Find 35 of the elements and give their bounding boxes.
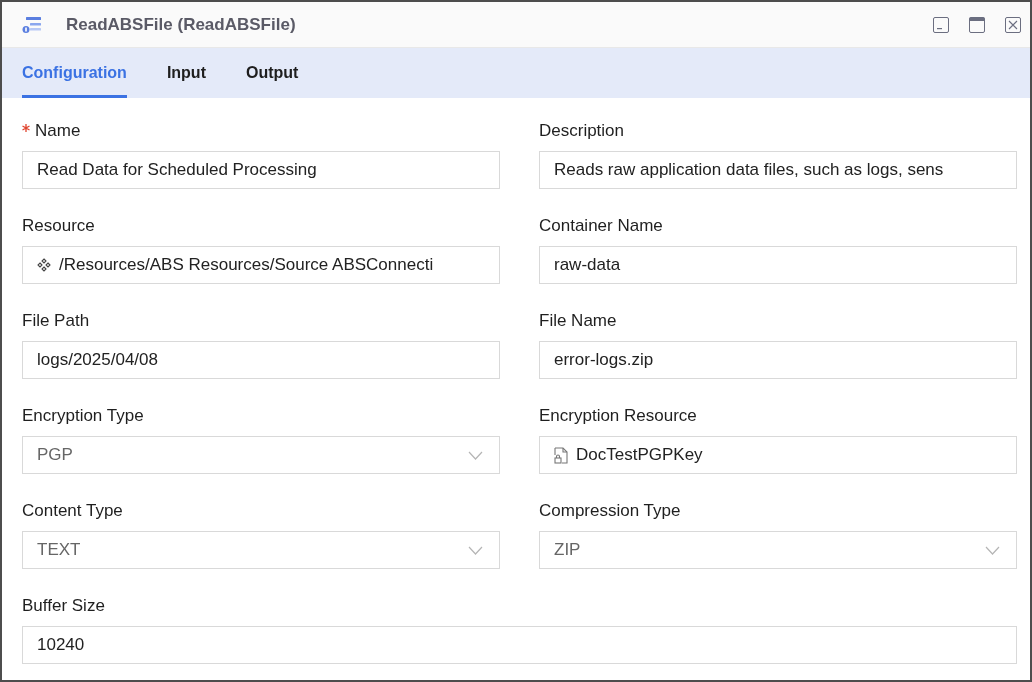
text-field[interactable]: raw-data: [539, 246, 1017, 284]
dropdown[interactable]: PGP: [22, 436, 500, 474]
field-label: Container Name: [539, 215, 663, 237]
field-label: Description: [539, 120, 625, 142]
field-label: Resource: [22, 215, 95, 237]
field-label: File Name: [539, 310, 617, 332]
maximize-button[interactable]: [969, 16, 985, 33]
tab[interactable]: Input: [166, 48, 206, 98]
field-label: Buffer Size: [22, 595, 105, 617]
close-button[interactable]: [1005, 16, 1021, 33]
field-label: Name: [35, 120, 81, 142]
nodes-icon: [37, 258, 51, 272]
field-label: Encryption Resource: [539, 405, 697, 427]
resource-field[interactable]: /Resources/ABS Resources/Source ABSConnecti: [22, 246, 500, 284]
tab[interactable]: Configuration: [22, 48, 127, 98]
text-field[interactable]: Reads raw application data files, such as logs, sens: [539, 151, 1017, 189]
text-field[interactable]: Read Data for Scheduled Processing: [22, 151, 500, 189]
text-field[interactable]: logs/2025/04/08: [22, 341, 500, 379]
field-label: Encryption Type: [22, 405, 144, 427]
field-label: File Path: [22, 310, 90, 332]
dropdown[interactable]: TEXT: [22, 531, 500, 569]
text-field[interactable]: 10240: [22, 626, 1017, 664]
field-label: Content Type: [22, 500, 123, 522]
chevron-down-icon: [985, 545, 1000, 555]
dropdown[interactable]: ZIP: [539, 531, 1017, 569]
locked-file-icon: [554, 446, 568, 464]
window-title: ReadABSFile (ReadABSFile): [66, 13, 296, 36]
chevron-down-icon: [468, 545, 483, 555]
resource-field[interactable]: DocTestPGPKey: [539, 436, 1017, 474]
form-icon: [22, 15, 42, 34]
tab[interactable]: Output: [245, 48, 299, 98]
text-field[interactable]: error-logs.zip: [539, 341, 1017, 379]
minimize-button[interactable]: [933, 16, 949, 33]
chevron-down-icon: [468, 450, 483, 460]
field-label: Compression Type: [539, 500, 681, 522]
